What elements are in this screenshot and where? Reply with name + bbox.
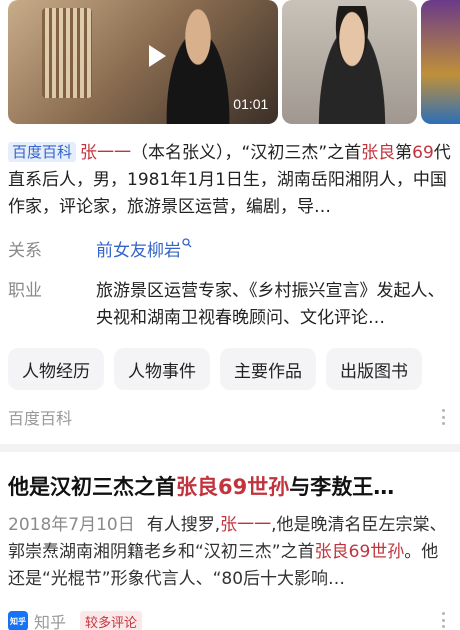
relation-link[interactable]: 前女友柳岩 <box>96 241 181 261</box>
article-title[interactable]: 他是汉初三杰之首张良69世孙与李敖王… <box>8 472 452 502</box>
video-thumbnail[interactable]: 01:01 <box>8 0 279 124</box>
zhihu-logo-icon: 知乎 <box>8 611 28 630</box>
desc-highlight-69: 69 <box>412 143 434 163</box>
relation-row: 关系 前女友柳岩 <box>8 238 452 265</box>
article-date: 2018年7月10日 <box>8 515 135 535</box>
article-more-options-icon[interactable] <box>434 610 452 630</box>
video-duration: 01:01 <box>233 96 269 112</box>
chip-books[interactable]: 出版图书 <box>326 348 422 390</box>
photo-person-figure <box>312 6 393 124</box>
article-snippet[interactable]: 2018年7月10日 有人搜罗,张一一,他是晚清名臣左宗棠、郭崇焘湖南湘阴籍老乡和… <box>8 512 452 593</box>
search-icon[interactable] <box>182 238 192 248</box>
relation-value-wrap[interactable]: 前女友柳岩 <box>96 238 452 265</box>
chip-life[interactable]: 人物经历 <box>8 348 104 390</box>
article-title-part1: 他是汉初三杰之首 <box>8 475 176 499</box>
chip-events[interactable]: 人物事件 <box>114 348 210 390</box>
baike-description[interactable]: 百度百科 张一一（本名张义），“汉初三杰”之首张良第69代直系后人，男，1981年… <box>8 140 452 221</box>
baike-chips: 人物经历 人物事件 主要作品 出版图书 <box>8 348 422 390</box>
desc-highlight-zhangliang: 张良 <box>361 143 396 163</box>
article-footer: 知乎 知乎 较多评论 <box>8 608 452 630</box>
baike-source-row: 百度百科 <box>8 404 452 430</box>
baike-badge: 百度百科 <box>8 142 77 162</box>
snippet-text-1: 有人搜罗, <box>146 515 221 535</box>
photo-thumbnail-1[interactable] <box>282 0 417 124</box>
snippet-highlight-zhangliang: 张良69世孙 <box>314 542 405 562</box>
person-name: 张一一 <box>80 143 132 163</box>
baike-source-name[interactable]: 百度百科 <box>8 405 72 429</box>
chip-works[interactable]: 主要作品 <box>220 348 316 390</box>
section-divider <box>0 444 460 452</box>
occupation-value: 旅游景区运营专家、《乡村振兴宣言》发起人、央视和湖南卫视春晚顾问、文化评论… <box>96 281 445 328</box>
media-strip: 01:01 <box>0 0 460 124</box>
occupation-label: 职业 <box>8 281 42 301</box>
comment-badge: 较多评论 <box>80 610 143 630</box>
article-source-name[interactable]: 知乎 <box>34 609 66 630</box>
desc-text-1: （本名张义），“汉初三杰”之首 <box>131 143 362 163</box>
more-options-icon[interactable] <box>434 407 452 427</box>
video-person-figure <box>158 8 238 124</box>
occupation-row: 职业 旅游景区运营专家、《乡村振兴宣言》发起人、央视和湖南卫视春晚顾问、文化评论… <box>8 278 452 334</box>
relation-label: 关系 <box>8 241 42 261</box>
photo-thumbnail-2[interactable] <box>420 0 460 124</box>
snippet-highlight-name: 张一一 <box>220 515 272 535</box>
desc-text-2: 第 <box>395 143 413 163</box>
play-icon[interactable] <box>142 42 170 70</box>
article-title-part2: 与李敖王… <box>289 475 395 499</box>
article-title-highlight: 张良69世孙 <box>176 475 290 499</box>
lamp-decoration <box>42 8 92 98</box>
